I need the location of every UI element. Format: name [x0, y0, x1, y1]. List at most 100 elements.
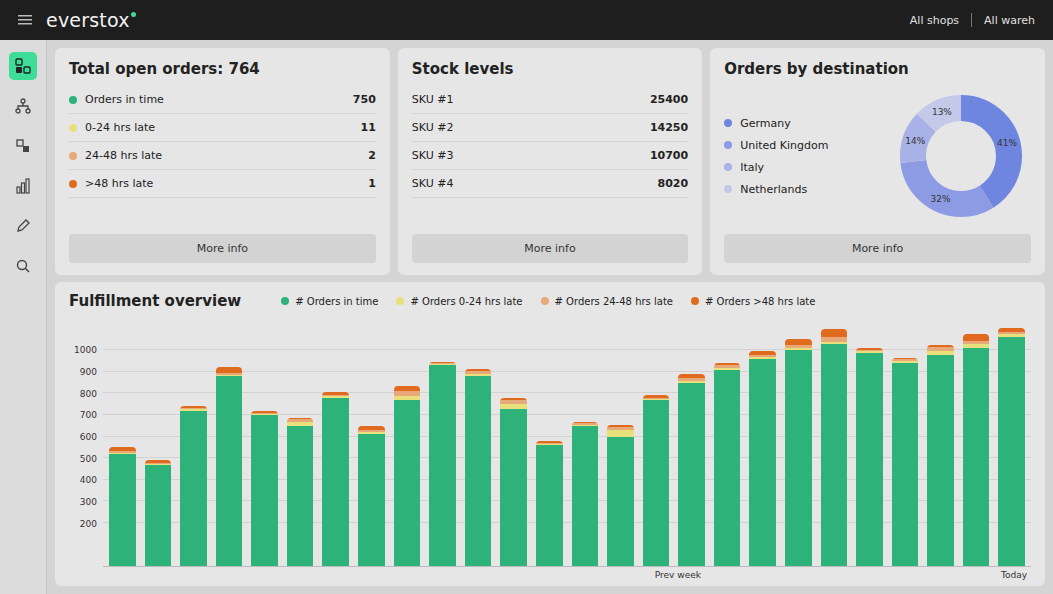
y-tick: 200 — [80, 519, 97, 529]
legend-dot-icon — [724, 185, 732, 193]
search-icon — [15, 258, 31, 274]
bar-segment — [607, 437, 634, 566]
legend-dot-icon — [691, 297, 699, 305]
filter-dropdown[interactable]: All shops — [910, 14, 959, 27]
bar[interactable] — [287, 418, 314, 566]
bar-segment — [927, 355, 954, 566]
bar[interactable] — [927, 345, 954, 566]
bar-segment — [251, 415, 278, 566]
bar[interactable] — [465, 369, 492, 566]
chart-title: Fulfillment overview — [69, 292, 241, 310]
main-content: Total open orders: 764 Orders in time 75… — [47, 40, 1053, 594]
y-tick: 900 — [80, 367, 97, 377]
logo[interactable]: everstox — [18, 9, 136, 31]
open-orders-row: >48 hrs late 1 — [69, 170, 376, 198]
bar[interactable] — [429, 362, 456, 566]
sidebar-item[interactable] — [9, 212, 37, 240]
bar-segment — [500, 409, 527, 566]
menu-icon[interactable] — [18, 14, 32, 26]
legend-item: Italy — [724, 161, 828, 174]
sidebar-item[interactable] — [9, 52, 37, 80]
bar-segment — [821, 329, 848, 338]
legend-item: # Orders >48 hrs late — [691, 296, 815, 307]
bar[interactable] — [785, 339, 812, 567]
sidebar-item[interactable] — [9, 132, 37, 160]
bar-segment — [145, 465, 172, 566]
fulfillment-card: Fulfillment overview # Orders in time # O… — [55, 282, 1045, 586]
bar[interactable] — [358, 426, 385, 566]
bar-segment — [180, 411, 207, 566]
sidebar-item[interactable] — [9, 252, 37, 280]
destinations-legend: GermanyUnited KingdomItalyNetherlands — [724, 117, 828, 196]
dashboard-icon — [15, 58, 31, 74]
open-orders-row: Orders in time 750 — [69, 86, 376, 114]
donut-percent: 32% — [931, 194, 951, 204]
sidebar — [0, 40, 47, 594]
sidebar-item[interactable] — [9, 92, 37, 120]
bar[interactable] — [821, 329, 848, 566]
bar-segment — [998, 337, 1025, 566]
open-orders-list: Orders in time 7500-24 hrs late 1124-48 … — [69, 86, 376, 226]
y-tick: 500 — [80, 454, 97, 464]
bar[interactable] — [572, 422, 599, 566]
pencil-icon — [15, 218, 31, 234]
bar[interactable] — [180, 406, 207, 566]
bar[interactable] — [145, 460, 172, 566]
bar-segment — [216, 376, 243, 566]
bar-segment — [109, 454, 136, 566]
bar-segment — [678, 383, 705, 566]
x-label: Today — [1001, 570, 1027, 580]
bar[interactable] — [322, 392, 349, 566]
y-axis: 1000900800700600500400300200 — [69, 318, 103, 567]
bar[interactable] — [749, 351, 776, 566]
more-info-button[interactable]: More info — [724, 234, 1031, 263]
summary-cards: Total open orders: 764 Orders in time 75… — [55, 48, 1045, 274]
bar-segment — [394, 400, 421, 566]
bar-segment — [572, 426, 599, 566]
filter-dropdown[interactable]: All wareh — [984, 14, 1035, 27]
bar[interactable] — [109, 447, 136, 566]
bar-segment — [856, 353, 883, 566]
bar-chart-icon — [15, 178, 31, 194]
bar-segment — [358, 434, 385, 566]
bar[interactable] — [536, 441, 563, 566]
bar[interactable] — [963, 334, 990, 566]
stock-row: SKU #4 8020 — [412, 170, 688, 198]
donut-percent: 41% — [997, 138, 1017, 148]
bar[interactable] — [394, 386, 421, 566]
legend-dot-icon — [281, 297, 289, 305]
donut-segment[interactable] — [913, 108, 1009, 204]
bar[interactable] — [607, 425, 634, 566]
status-dot-icon — [69, 124, 77, 132]
body: Total open orders: 764 Orders in time 75… — [0, 40, 1053, 594]
legend-dot-icon — [541, 297, 549, 305]
stock-quantity: 8020 — [658, 177, 689, 190]
bar[interactable] — [892, 358, 919, 566]
more-info-button[interactable]: More info — [69, 234, 376, 263]
bar[interactable] — [998, 328, 1025, 566]
bar[interactable] — [251, 411, 278, 566]
donut-segment[interactable] — [913, 108, 1009, 204]
more-info-button[interactable]: More info — [412, 234, 688, 263]
open-orders-row: 0-24 hrs late 11 — [69, 114, 376, 142]
destinations-content: GermanyUnited KingdomItalyNetherlands 41… — [724, 86, 1031, 226]
destinations-card: Orders by destination GermanyUnited King… — [710, 48, 1045, 275]
bar[interactable] — [216, 367, 243, 566]
bar-segment — [536, 445, 563, 566]
dashboard-screen: everstox All shops All wareh Total open … — [0, 0, 1053, 594]
bar[interactable] — [714, 363, 741, 566]
bar-chart: 1000900800700600500400300200 — [69, 318, 1031, 567]
legend-item: # Orders in time — [281, 296, 378, 307]
donut-segment[interactable] — [913, 108, 1009, 204]
open-orders-row: 24-48 hrs late 2 — [69, 142, 376, 170]
bar-segment — [429, 365, 456, 566]
y-tick: 400 — [80, 475, 97, 485]
sidebar-item[interactable] — [9, 172, 37, 200]
bar[interactable] — [678, 374, 705, 566]
bar[interactable] — [643, 395, 670, 566]
bar[interactable] — [856, 348, 883, 566]
sku-label: SKU #1 — [412, 93, 454, 106]
bar[interactable] — [500, 398, 527, 566]
row-count: 1 — [368, 177, 376, 190]
donut-segment[interactable] — [913, 108, 1009, 204]
